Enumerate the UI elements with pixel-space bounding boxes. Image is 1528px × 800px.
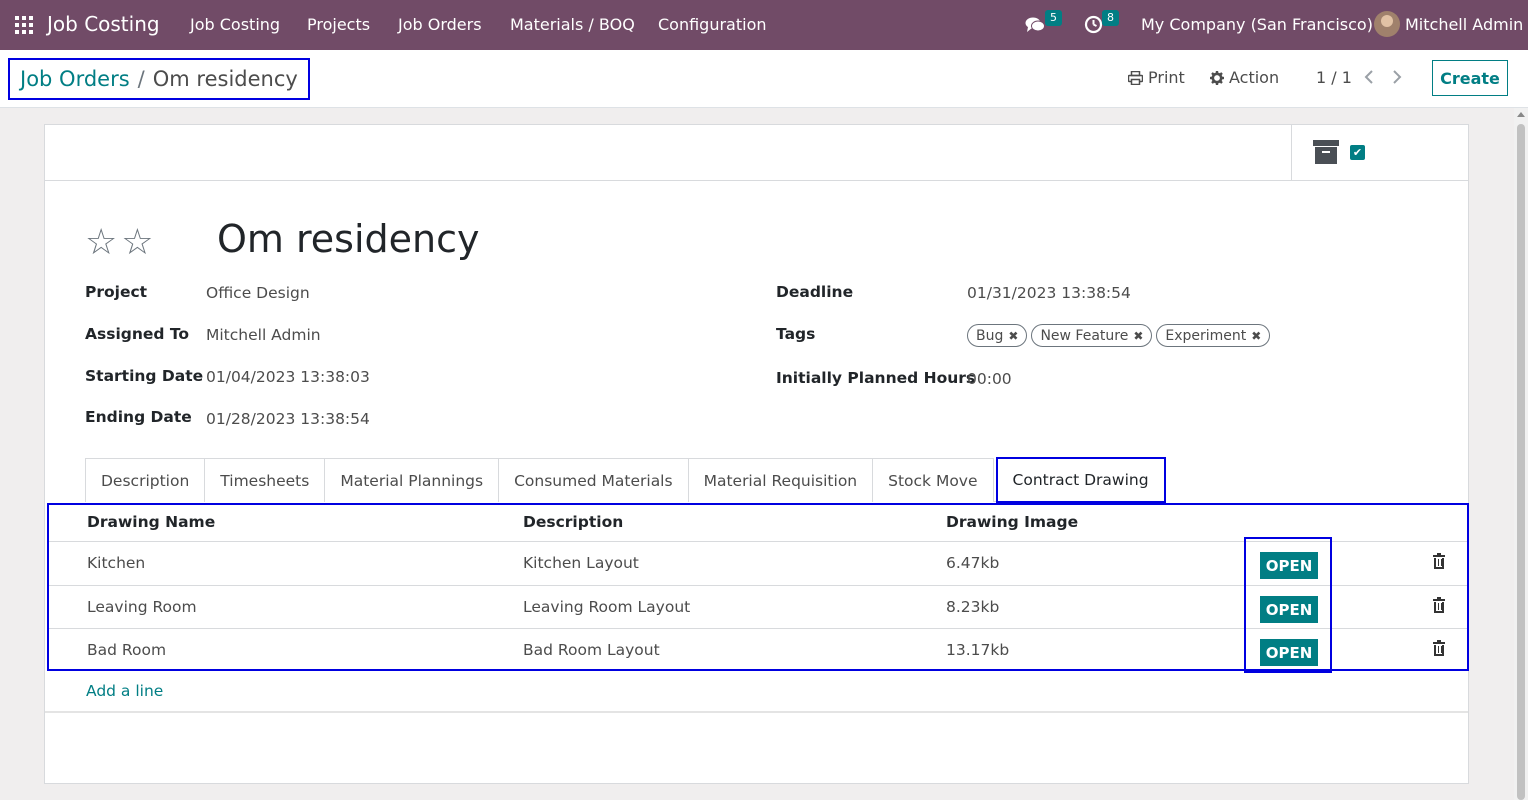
drawing-name-cell[interactable]: Leaving Room bbox=[87, 598, 197, 616]
tab-consumed-materials[interactable]: Consumed Materials bbox=[498, 458, 689, 502]
action-button[interactable]: Action bbox=[1210, 68, 1279, 87]
assigned-to-label: Assigned To bbox=[85, 325, 190, 343]
project-field[interactable]: Office Design bbox=[206, 284, 310, 302]
drawing-description-cell[interactable]: Bad Room Layout bbox=[523, 641, 660, 659]
breadcrumb-separator: / bbox=[137, 67, 145, 91]
ending-date-label: Ending Date bbox=[85, 408, 192, 426]
tab-timesheets[interactable]: Timesheets bbox=[204, 458, 326, 502]
breadcrumb-current: Om residency bbox=[152, 67, 298, 91]
breadcrumb: Job Orders / Om residency bbox=[8, 58, 310, 100]
tag-bug[interactable]: Bug ✖ bbox=[967, 324, 1028, 347]
drawing-image-cell[interactable]: 8.23kb bbox=[946, 598, 999, 616]
tag-experiment[interactable]: Experiment ✖ bbox=[1156, 324, 1271, 347]
planned-hours-field[interactable]: 00:00 bbox=[967, 370, 1012, 388]
tag-label: New Feature bbox=[1040, 327, 1129, 344]
print-icon bbox=[1128, 70, 1143, 85]
drawing-name-cell[interactable]: Kitchen bbox=[87, 554, 145, 572]
tags-field[interactable]: Bug ✖ New Feature ✖ Experiment ✖ bbox=[967, 324, 1271, 347]
breadcrumb-job-orders[interactable]: Job Orders bbox=[20, 67, 130, 91]
notebook-tabs: Description Timesheets Material Planning… bbox=[85, 457, 1166, 503]
column-drawing-name[interactable]: Drawing Name bbox=[87, 513, 215, 531]
scroll-up-arrow-icon[interactable] bbox=[1517, 112, 1525, 117]
trash-icon[interactable] bbox=[1433, 640, 1445, 656]
apps-grid-icon[interactable] bbox=[15, 16, 33, 34]
app-title[interactable]: Job Costing bbox=[47, 12, 160, 36]
drawing-image-cell[interactable]: 6.47kb bbox=[946, 554, 999, 572]
messages-badge: 5 bbox=[1045, 10, 1062, 26]
trash-icon[interactable] bbox=[1433, 597, 1445, 613]
deadline-label: Deadline bbox=[776, 283, 854, 301]
ending-date-field[interactable]: 01/28/2023 13:38:54 bbox=[206, 410, 370, 428]
tab-stock-move[interactable]: Stock Move bbox=[872, 458, 994, 502]
open-drawing-button[interactable]: OPEN bbox=[1260, 639, 1318, 666]
button-box-divider bbox=[1291, 125, 1292, 181]
company-switcher[interactable]: My Company (San Francisco) bbox=[1141, 15, 1373, 34]
starting-date-field[interactable]: 01/04/2023 13:38:03 bbox=[206, 368, 370, 386]
page-scrollbar[interactable] bbox=[1514, 108, 1528, 800]
print-button[interactable]: Print bbox=[1128, 68, 1185, 87]
tab-contract-drawing[interactable]: Contract Drawing bbox=[995, 457, 1166, 503]
trash-icon[interactable] bbox=[1433, 553, 1445, 569]
priority-star-icon[interactable]: ☆☆ bbox=[85, 222, 158, 263]
tab-material-plannings[interactable]: Material Plannings bbox=[324, 458, 500, 502]
deadline-field[interactable]: 01/31/2023 13:38:54 bbox=[967, 284, 1131, 302]
print-label: Print bbox=[1148, 68, 1185, 87]
menu-job-orders[interactable]: Job Orders bbox=[398, 15, 482, 34]
menu-materials-boq[interactable]: Materials / BOQ bbox=[510, 15, 635, 34]
tag-label: Bug bbox=[976, 327, 1004, 344]
section-divider bbox=[45, 711, 1468, 713]
project-label: Project bbox=[85, 283, 148, 301]
avatar[interactable] bbox=[1374, 11, 1400, 37]
tags-label: Tags bbox=[776, 325, 816, 343]
drawing-image-cell[interactable]: 13.17kb bbox=[946, 641, 1009, 659]
activities-badge: 8 bbox=[1102, 10, 1119, 26]
record-title[interactable]: Om residency bbox=[217, 217, 480, 261]
tab-description[interactable]: Description bbox=[85, 458, 206, 502]
create-button[interactable]: Create bbox=[1432, 60, 1508, 96]
chevron-right-icon[interactable] bbox=[1392, 70, 1402, 84]
check-icon[interactable]: ✔ bbox=[1350, 145, 1365, 160]
column-description[interactable]: Description bbox=[523, 513, 623, 531]
menu-projects[interactable]: Projects bbox=[307, 15, 370, 34]
tab-material-requisition[interactable]: Material Requisition bbox=[687, 458, 874, 502]
drawing-name-cell[interactable]: Bad Room bbox=[87, 641, 166, 659]
archive-icon[interactable] bbox=[1313, 140, 1339, 164]
pager-value[interactable]: 1 / 1 bbox=[1316, 68, 1352, 87]
control-panel: Job Orders / Om residency Print Action 1… bbox=[0, 50, 1528, 108]
menu-configuration[interactable]: Configuration bbox=[658, 15, 767, 34]
open-drawing-button[interactable]: OPEN bbox=[1260, 552, 1318, 579]
starting-date-label: Starting Date bbox=[85, 367, 204, 385]
user-menu[interactable]: Mitchell Admin bbox=[1405, 15, 1523, 34]
tag-remove-icon[interactable]: ✖ bbox=[1133, 329, 1143, 343]
assigned-to-field[interactable]: Mitchell Admin bbox=[206, 326, 321, 344]
scroll-thumb[interactable] bbox=[1517, 124, 1525, 800]
chevron-left-icon[interactable] bbox=[1364, 70, 1374, 84]
tag-remove-icon[interactable]: ✖ bbox=[1251, 329, 1261, 343]
tag-new-feature[interactable]: New Feature ✖ bbox=[1031, 324, 1153, 347]
drawings-table: Drawing Name Description Drawing Image K… bbox=[47, 503, 1469, 673]
top-navbar: Job Costing Job Costing Projects Job Ord… bbox=[0, 0, 1528, 50]
open-drawing-button[interactable]: OPEN bbox=[1260, 596, 1318, 623]
gear-icon bbox=[1210, 70, 1224, 85]
form-sheet: ✔ ☆☆ Om residency Project Office Design … bbox=[44, 124, 1469, 784]
add-line-link[interactable]: Add a line bbox=[86, 682, 163, 700]
tag-label: Experiment bbox=[1165, 327, 1247, 344]
drawing-description-cell[interactable]: Leaving Room Layout bbox=[523, 598, 690, 616]
button-box: ✔ bbox=[45, 125, 1468, 181]
column-drawing-image[interactable]: Drawing Image bbox=[946, 513, 1078, 531]
open-buttons-highlight: OPEN OPEN OPEN bbox=[1244, 537, 1332, 673]
chat-icon[interactable] bbox=[1025, 16, 1045, 34]
action-label: Action bbox=[1229, 68, 1280, 87]
tag-remove-icon[interactable]: ✖ bbox=[1008, 329, 1018, 343]
drawing-description-cell[interactable]: Kitchen Layout bbox=[523, 554, 639, 572]
planned-hours-label: Initially Planned Hours bbox=[776, 369, 976, 387]
menu-job-costing[interactable]: Job Costing bbox=[190, 15, 280, 34]
clock-icon[interactable] bbox=[1084, 15, 1103, 34]
